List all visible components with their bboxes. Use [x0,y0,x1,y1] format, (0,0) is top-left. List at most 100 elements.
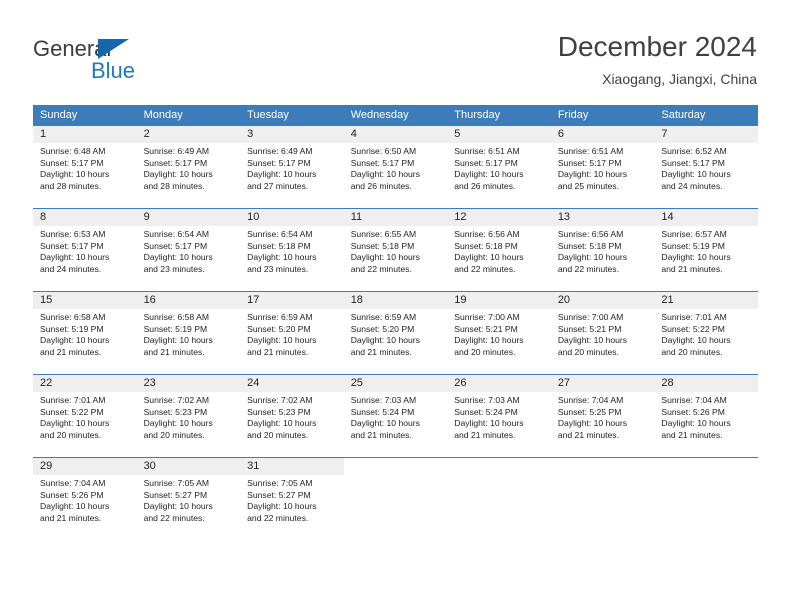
day-number: 18 [343,292,448,309]
day-cell[interactable]: 12 Sunrise: 6:56 AM Sunset: 5:18 PM Dayligh… [447,209,551,284]
sunset-text: Sunset: 5:21 PM [557,323,622,334]
sunrise-text: Sunrise: 6:48 AM [40,146,106,156]
day-cell[interactable]: 28 Sunrise: 7:04 AM Sunset: 5:26 PM Dayligh… [654,375,758,450]
daylight-text-line1: Daylight: 10 hours [454,252,524,263]
day-cell[interactable]: 24 Sunrise: 7:02 AM Sunset: 5:23 PM Dayligh… [240,375,344,450]
sunrise-text: Sunrise: 6:58 AM [40,312,106,322]
day-cell[interactable]: 1 Sunrise: 6:48 AM Sunset: 5:17 PM Daylight… [33,126,137,201]
day-cell[interactable]: 9 Sunrise: 6:54 AM Sunset: 5:17 PM Daylight… [136,209,241,284]
day-details: Sunrise: 6:56 AM Sunset: 5:18 PM Daylight:… [447,226,551,275]
daylight-text-line2: and 22 minutes. [247,512,309,523]
day-cell[interactable]: 30 Sunrise: 7:05 AM Sunset: 5:27 PM Dayligh… [136,458,241,533]
day-cell[interactable]: 15 Sunrise: 6:58 AM Sunset: 5:19 PM Dayligh… [33,292,137,367]
day-details: Sunrise: 6:54 AM Sunset: 5:18 PM Daylight:… [240,226,344,275]
day-details: Sunrise: 6:54 AM Sunset: 5:17 PM Daylight:… [137,226,241,275]
sunrise-text: Sunrise: 6:52 AM [661,146,727,156]
sunset-text: Sunset: 5:27 PM [247,489,311,500]
day-number: 5 [447,126,551,143]
day-cell[interactable]: 8 Sunrise: 6:53 AM Sunset: 5:17 PM Daylight… [33,209,137,284]
daylight-text-line1: Daylight: 10 hours [454,418,524,429]
day-cell[interactable]: 23 Sunrise: 7:02 AM Sunset: 5:23 PM Dayligh… [136,375,241,450]
day-cell[interactable]: 26 Sunrise: 7:03 AM Sunset: 5:24 PM Dayligh… [447,375,551,450]
day-cell[interactable]: 14 Sunrise: 6:57 AM Sunset: 5:19 PM Dayligh… [654,209,758,284]
day-cell[interactable]: 13 Sunrise: 6:56 AM Sunset: 5:18 PM Dayligh… [550,209,655,284]
daylight-text-line2: and 20 minutes. [454,346,516,357]
day-details: Sunrise: 6:59 AM Sunset: 5:20 PM Daylight:… [344,309,448,358]
sunrise-text: Sunrise: 7:01 AM [40,395,106,405]
sunset-text: Sunset: 5:19 PM [40,323,104,334]
day-details: Sunrise: 7:01 AM Sunset: 5:22 PM Daylight:… [33,392,137,441]
daylight-text-line2: and 28 minutes. [143,180,205,191]
day-cell[interactable]: 29 Sunrise: 7:04 AM Sunset: 5:26 PM Dayligh… [33,458,137,533]
daylight-text-line1: Daylight: 10 hours [143,335,213,346]
weekday-header-tuesday: Tuesday [247,109,289,121]
day-number: 21 [654,292,758,309]
day-cell[interactable]: 19 Sunrise: 7:00 AM Sunset: 5:21 PM Dayligh… [447,292,551,367]
day-cell[interactable]: 17 Sunrise: 6:59 AM Sunset: 5:20 PM Dayligh… [240,292,344,367]
day-cell[interactable]: 27 Sunrise: 7:04 AM Sunset: 5:25 PM Dayligh… [550,375,655,450]
day-cell[interactable]: 5 Sunrise: 6:51 AM Sunset: 5:17 PM Daylight… [447,126,551,201]
day-cell[interactable]: 25 Sunrise: 7:03 AM Sunset: 5:24 PM Dayligh… [343,375,448,450]
page-subtitle: Xiaogang, Jiangxi, China [602,71,757,87]
day-number: 28 [654,375,758,392]
day-details: Sunrise: 7:01 AM Sunset: 5:22 PM Daylight:… [654,309,758,358]
sunrise-text: Sunrise: 6:59 AM [350,312,417,322]
sunset-text: Sunset: 5:17 PM [661,157,725,168]
sunset-text: Sunset: 5:17 PM [143,240,208,251]
daylight-text-line2: and 23 minutes. [143,263,205,274]
sunrise-text: Sunrise: 6:51 AM [557,146,624,156]
masthead: General Blue December 2024 Xiaogang, Jia… [0,0,792,98]
day-number: 4 [343,126,448,143]
daylight-text-line2: and 21 minutes. [247,346,309,357]
day-cell[interactable]: 3 Sunrise: 6:49 AM Sunset: 5:17 PM Daylight… [240,126,344,201]
weekday-header-monday: Monday [143,109,183,121]
daylight-text-line1: Daylight: 10 hours [557,169,628,180]
daylight-text-line2: and 22 minutes. [350,263,412,274]
day-number: 15 [33,292,137,309]
sunset-text: Sunset: 5:17 PM [247,157,311,168]
day-number [550,458,655,475]
daylight-text-line1: Daylight: 10 hours [247,169,317,180]
sunset-text: Sunset: 5:18 PM [454,240,518,251]
week-row: 29 Sunrise: 7:04 AM Sunset: 5:26 PM Dayligh… [33,457,758,533]
day-number: 6 [550,126,655,143]
day-cell[interactable]: 21 Sunrise: 7:01 AM Sunset: 5:22 PM Dayligh… [654,292,758,367]
day-cell[interactable]: 4 Sunrise: 6:50 AM Sunset: 5:17 PM Daylight… [343,126,448,201]
day-cell-empty [654,458,758,533]
daylight-text-line2: and 21 minutes. [557,429,619,440]
day-details [551,475,655,478]
day-number: 14 [654,209,758,226]
sunset-text: Sunset: 5:25 PM [557,406,622,417]
sunrise-text: Sunrise: 6:49 AM [143,146,210,156]
day-cell[interactable]: 7 Sunrise: 6:52 AM Sunset: 5:17 PM Daylight… [654,126,758,201]
day-cell[interactable]: 16 Sunrise: 6:58 AM Sunset: 5:19 PM Dayligh… [136,292,241,367]
daylight-text-line1: Daylight: 10 hours [557,252,628,263]
day-cell[interactable]: 22 Sunrise: 7:01 AM Sunset: 5:22 PM Dayligh… [33,375,137,450]
day-cell[interactable]: 10 Sunrise: 6:54 AM Sunset: 5:18 PM Dayligh… [240,209,344,284]
logo-text-blue: Blue [91,58,136,83]
sunset-text: Sunset: 5:18 PM [247,240,311,251]
daylight-text-line1: Daylight: 10 hours [350,418,420,429]
sunrise-text: Sunrise: 6:54 AM [143,229,210,239]
sunrise-text: Sunrise: 7:01 AM [661,312,727,322]
day-details: Sunrise: 6:59 AM Sunset: 5:20 PM Daylight:… [240,309,344,358]
day-details: Sunrise: 6:58 AM Sunset: 5:19 PM Daylight:… [137,309,241,358]
daylight-text-line2: and 20 minutes. [40,429,102,440]
generalblue-logo[interactable]: General Blue [33,36,173,86]
sunrise-text: Sunrise: 6:54 AM [247,229,313,239]
day-details: Sunrise: 6:49 AM Sunset: 5:17 PM Daylight:… [240,143,344,192]
sunrise-text: Sunrise: 6:53 AM [40,229,106,239]
sunrise-text: Sunrise: 6:59 AM [247,312,313,322]
day-details: Sunrise: 6:51 AM Sunset: 5:17 PM Daylight:… [551,143,655,192]
day-details: Sunrise: 7:05 AM Sunset: 5:27 PM Daylight:… [137,475,241,524]
day-cell[interactable]: 6 Sunrise: 6:51 AM Sunset: 5:17 PM Daylight… [550,126,655,201]
sunrise-text: Sunrise: 7:02 AM [247,395,313,405]
day-details: Sunrise: 6:57 AM Sunset: 5:19 PM Daylight:… [654,226,758,275]
day-cell[interactable]: 31 Sunrise: 7:05 AM Sunset: 5:27 PM Dayligh… [240,458,344,533]
day-cell[interactable]: 20 Sunrise: 7:00 AM Sunset: 5:21 PM Dayligh… [550,292,655,367]
daylight-text-line2: and 24 minutes. [661,180,723,191]
day-cell[interactable]: 18 Sunrise: 6:59 AM Sunset: 5:20 PM Dayligh… [343,292,448,367]
day-cell[interactable]: 2 Sunrise: 6:49 AM Sunset: 5:17 PM Daylight… [136,126,241,201]
day-cell[interactable]: 11 Sunrise: 6:55 AM Sunset: 5:18 PM Dayligh… [343,209,448,284]
day-number: 24 [240,375,344,392]
